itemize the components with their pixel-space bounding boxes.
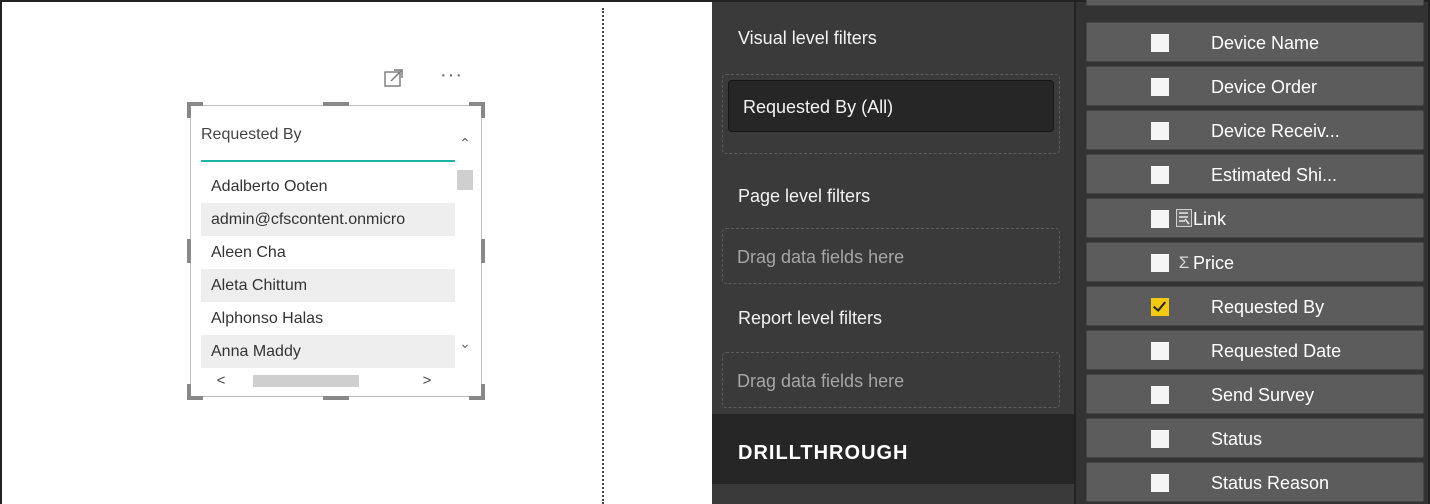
slicer-list: Adalberto Ooten admin@cfscontent.onmicro…	[201, 170, 455, 368]
report-canvas: ··· Requested By Adalberto Ooten admin@c…	[2, 2, 600, 504]
field-row[interactable]: Status	[1086, 418, 1424, 458]
filters-pane: Visual level filters Requested By (All) …	[712, 2, 1074, 504]
field-label: Status	[1211, 429, 1263, 449]
fields-pane: Device Name Device Order Device Receiv..…	[1074, 0, 1428, 504]
field-checkbox-checked[interactable]	[1151, 298, 1169, 316]
field-checkbox[interactable]	[1151, 78, 1169, 96]
visual-level-filters-title: Visual level filters	[738, 28, 877, 48]
field-checkbox[interactable]	[1151, 34, 1169, 52]
field-label: Device Name	[1211, 33, 1320, 53]
field-checkbox[interactable]	[1151, 122, 1169, 140]
field-label: Link	[1193, 209, 1227, 229]
field-row[interactable]: Σ Price	[1086, 242, 1424, 282]
field-row[interactable]: Requested By	[1086, 286, 1424, 326]
field-label: Price	[1193, 253, 1235, 273]
slicer-item[interactable]: Adalberto Ooten	[201, 170, 455, 203]
resize-handle-top-left[interactable]	[187, 102, 203, 118]
field-row[interactable]: Device Name	[1086, 22, 1424, 62]
field-label: Status Reason	[1211, 473, 1330, 493]
field-row[interactable]: Link	[1086, 198, 1424, 238]
resize-handle-right[interactable]	[481, 239, 485, 263]
more-options-icon[interactable]: ···	[440, 65, 470, 88]
link-icon	[1175, 209, 1193, 229]
slicer-header-underline	[201, 160, 455, 162]
visual-header-toolbar: ···	[384, 65, 474, 92]
report-level-drop-zone[interactable]: Drag data fields here	[722, 352, 1060, 408]
field-row[interactable]: Requested Date	[1086, 330, 1424, 370]
field-label: Send Survey	[1211, 385, 1315, 405]
field-label: Requested Date	[1211, 341, 1342, 361]
horizontal-scrollbar[interactable]: < >	[209, 372, 441, 390]
drillthrough-title: DRILLTHROUGH	[738, 442, 909, 464]
drillthrough-section: DRILLTHROUGH	[712, 414, 1074, 484]
page-level-drop-zone[interactable]: Drag data fields here	[722, 228, 1060, 284]
slicer-item[interactable]: Aleen Cha	[201, 236, 455, 269]
resize-handle-bottom-left[interactable]	[187, 384, 203, 400]
scroll-left-icon[interactable]: <	[213, 372, 229, 390]
field-checkbox[interactable]	[1151, 254, 1169, 272]
field-row[interactable]: Device Order	[1086, 66, 1424, 106]
requested-by-slicer[interactable]: Requested By Adalberto Ooten admin@cfsco…	[187, 102, 485, 400]
scroll-down-icon[interactable]: ⌄	[457, 336, 473, 350]
slicer-item[interactable]: Aleta Chittum	[201, 269, 455, 302]
field-row[interactable]: Send Survey	[1086, 374, 1424, 414]
resize-handle-left[interactable]	[187, 239, 191, 263]
resize-handle-bottom[interactable]	[323, 396, 349, 400]
field-label: Device Receiv...	[1211, 121, 1340, 141]
slicer-item[interactable]: Anna Maddy	[201, 335, 455, 368]
focus-mode-icon[interactable]	[384, 68, 404, 88]
field-checkbox[interactable]	[1151, 166, 1169, 184]
field-row[interactable]: Status Reason	[1086, 462, 1424, 502]
page-boundary-divider	[602, 8, 604, 504]
slicer-item[interactable]: admin@cfscontent.onmicro	[201, 203, 455, 236]
page-drop-hint: Drag data fields here	[737, 247, 905, 267]
scroll-up-icon[interactable]: ⌃	[457, 136, 473, 150]
resize-handle-bottom-right[interactable]	[469, 384, 485, 400]
resize-handle-top[interactable]	[323, 102, 349, 106]
sigma-icon: Σ	[1178, 253, 1190, 272]
resize-handle-top-right[interactable]	[469, 102, 485, 118]
field-row[interactable]: Device Receiv...	[1086, 110, 1424, 150]
field-checkbox[interactable]	[1151, 474, 1169, 492]
field-row[interactable]: Estimated Shi...	[1086, 154, 1424, 194]
vertical-scrollbar[interactable]: ⌃ ⌄	[457, 130, 473, 362]
field-label: Requested By	[1211, 297, 1325, 317]
field-checkbox[interactable]	[1151, 430, 1169, 448]
field-label: Device Order	[1211, 77, 1318, 97]
report-level-filters-title: Report level filters	[738, 308, 883, 328]
field-checkbox[interactable]	[1151, 342, 1169, 360]
requested-by-filter-card[interactable]: Requested By (All)	[728, 80, 1054, 132]
slicer-header: Requested By	[201, 126, 302, 143]
horizontal-scroll-thumb[interactable]	[253, 375, 359, 387]
slicer-item[interactable]: Alphonso Halas	[201, 302, 455, 335]
scroll-right-icon[interactable]: >	[419, 372, 435, 390]
page-level-filters-title: Page level filters	[738, 186, 871, 206]
drillthrough-body	[712, 484, 1074, 504]
vertical-scroll-thumb[interactable]	[457, 170, 473, 190]
field-checkbox[interactable]	[1151, 210, 1169, 228]
report-drop-hint: Drag data fields here	[737, 371, 905, 391]
field-checkbox[interactable]	[1151, 386, 1169, 404]
field-label: Estimated Shi...	[1211, 165, 1338, 185]
field-row-partial[interactable]	[1086, 0, 1424, 6]
